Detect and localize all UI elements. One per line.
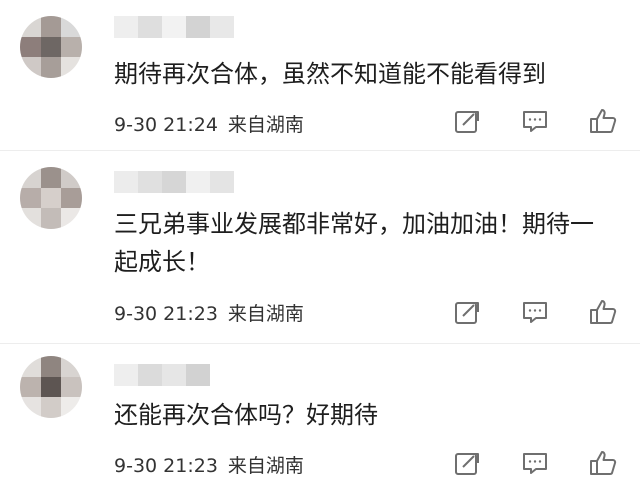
comment-icon[interactable]	[520, 106, 550, 136]
username-blurred[interactable]	[114, 16, 234, 44]
comment-time: 9-30 21:24	[114, 114, 218, 136]
like-icon[interactable]	[588, 448, 618, 478]
comment-meta: 9-30 21:23 来自湖南	[114, 299, 314, 326]
comment-text: 三兄弟事业发展都非常好，加油加油！期待一起成长！	[114, 210, 594, 276]
comment-meta: 9-30 21:24 来自湖南	[114, 110, 314, 137]
avatar[interactable]	[20, 16, 82, 78]
comment-time: 9-30 21:23	[114, 303, 218, 325]
comment-text: 还能再次合体吗？好期待	[114, 401, 378, 429]
comment-meta: 9-30 21:23 来自湖南	[114, 451, 314, 478]
repost-icon[interactable]	[452, 106, 482, 136]
comment-time: 9-30 21:23	[114, 455, 218, 477]
repost-icon[interactable]	[452, 448, 482, 478]
comment-text: 期待再次合体，虽然不知道能不能看得到	[114, 60, 546, 88]
comment-icon[interactable]	[520, 448, 550, 478]
comment-item: 期待再次合体，虽然不知道能不能看得到 9-30 21:24 来自湖南	[0, 0, 640, 151]
comment-actions	[452, 106, 618, 136]
username-blurred[interactable]	[114, 171, 234, 199]
repost-icon[interactable]	[452, 297, 482, 327]
like-icon[interactable]	[588, 106, 618, 136]
comment-actions	[452, 297, 618, 327]
comment-location: 来自湖南	[227, 303, 304, 325]
avatar[interactable]	[20, 167, 82, 229]
comment-icon[interactable]	[520, 297, 550, 327]
comment-location: 来自湖南	[227, 114, 304, 136]
comment-actions	[452, 448, 618, 478]
comment-location: 来自湖南	[227, 455, 304, 477]
comment-item: 三兄弟事业发展都非常好，加油加油！期待一起成长！ 9-30 21:23 来自湖南	[0, 151, 640, 344]
comment-item: 还能再次合体吗？好期待 9-30 21:23 来自湖南	[0, 344, 640, 498]
like-icon[interactable]	[588, 297, 618, 327]
username-blurred[interactable]	[114, 364, 210, 392]
avatar[interactable]	[20, 356, 82, 418]
